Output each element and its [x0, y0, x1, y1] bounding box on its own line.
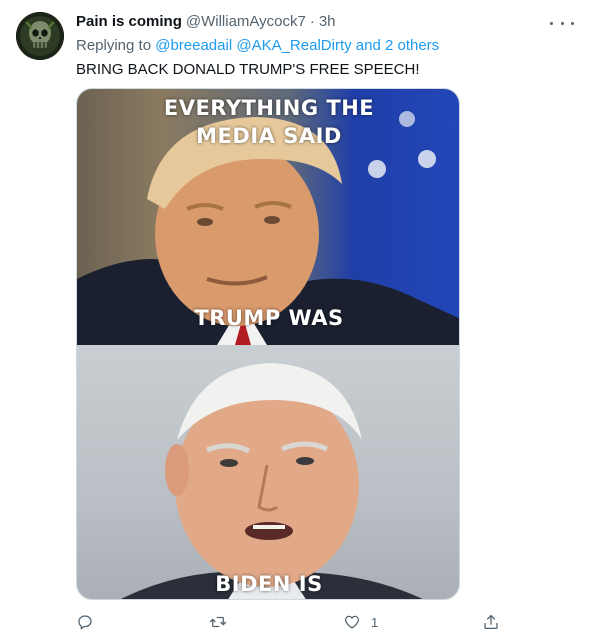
share-icon: [484, 614, 498, 630]
separator-dot: ·: [309, 13, 315, 30]
media-bottom-panel: BIDEN IS: [77, 345, 459, 599]
share-button[interactable]: [482, 608, 500, 636]
tweet-body: Pain is coming @WilliamAycock7 · 3h Repl…: [76, 12, 582, 80]
timestamp[interactable]: 3h: [319, 12, 336, 32]
skull-avatar-icon: [16, 12, 64, 60]
tweet[interactable]: Pain is coming @WilliamAycock7 · 3h Repl…: [0, 0, 598, 644]
mention-aka-realdirty[interactable]: @AKA_RealDirty: [236, 37, 351, 54]
replying-prefix: Replying to: [76, 37, 156, 54]
tweet-text: BRING BACK DONALD TRUMP'S FREE SPEECH!: [76, 61, 420, 78]
tweet-media-image[interactable]: EVERYTHING THE MEDIA SAID TRUMP WAS BIDE…: [76, 88, 460, 600]
mention-others[interactable]: and 2 others: [356, 37, 439, 54]
like-count: 1: [371, 614, 379, 630]
media-top-panel: EVERYTHING THE MEDIA SAID TRUMP WAS: [77, 89, 459, 345]
more-icon[interactable]: [550, 16, 574, 30]
avatar[interactable]: [16, 12, 64, 60]
meme-caption-biden-is: BIDEN IS: [215, 572, 323, 596]
user-handle[interactable]: @WilliamAycock7: [186, 12, 306, 32]
more-dot: [571, 21, 574, 25]
heart-icon: [344, 615, 360, 629]
meme-caption-top-line2: MEDIA SAID: [196, 124, 342, 148]
mention-breeadail[interactable]: @breeadail: [155, 37, 232, 54]
display-name[interactable]: Pain is coming: [76, 12, 182, 32]
tweet-actions: 1: [76, 608, 506, 636]
reply-icon: [78, 615, 92, 630]
more-dot: [560, 21, 564, 25]
meme-caption-trump-was: TRUMP WAS: [194, 306, 344, 330]
bottom-panel-illustration: [121, 363, 423, 599]
replying-to: Replying to @breeadail @AKA_RealDirty an…: [76, 36, 582, 56]
tweet-header: Pain is coming @WilliamAycock7 · 3h: [76, 12, 582, 32]
like-button[interactable]: 1: [343, 608, 378, 636]
reply-button[interactable]: [76, 608, 104, 636]
more-dot: [550, 21, 553, 25]
meme-caption-top-line1: EVERYTHING THE: [163, 96, 375, 120]
retweet-icon: [209, 616, 227, 628]
retweet-button[interactable]: [209, 608, 237, 636]
